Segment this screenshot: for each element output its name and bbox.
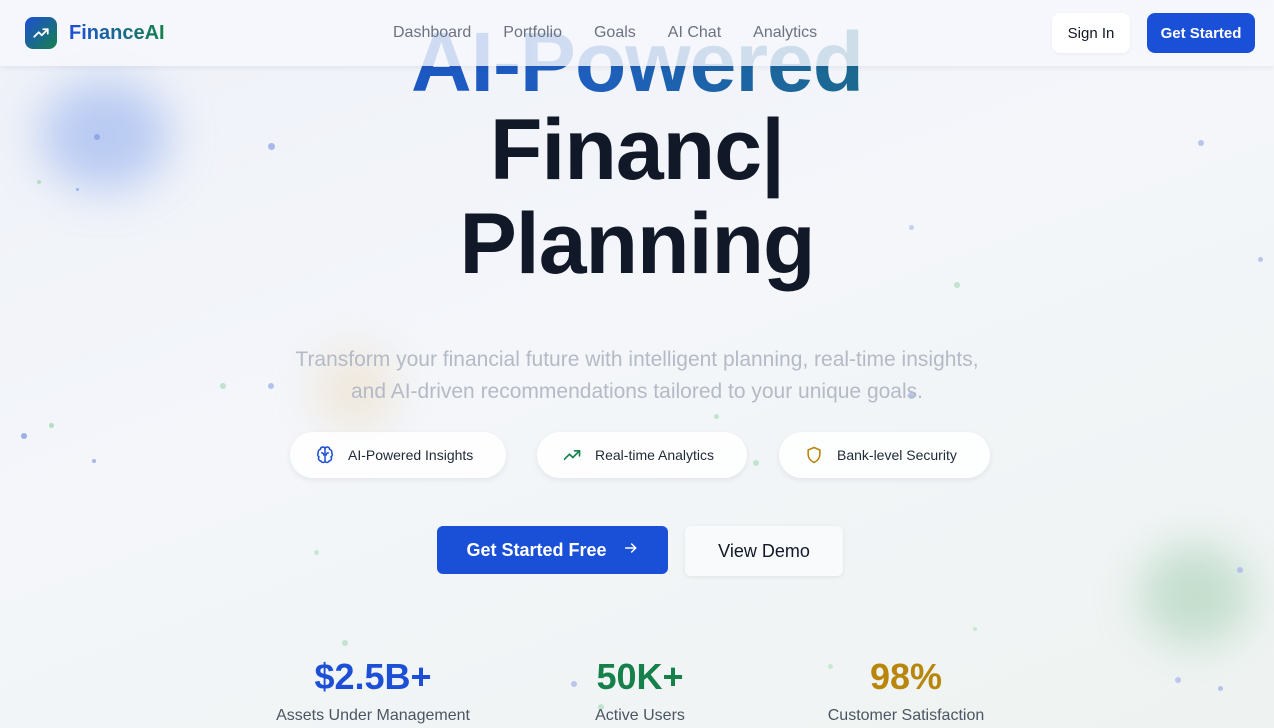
hero-subtitle-line2: and AI-driven recommendations tailored t… — [350, 380, 923, 403]
stat-value: $2.5B+ — [314, 656, 432, 697]
nav-item-analytics[interactable]: Analytics — [753, 24, 817, 42]
stat-users: 50K+ Active Users — [510, 655, 770, 725]
stat-label: Active Users — [595, 707, 685, 724]
arrow-right-icon — [623, 540, 639, 561]
trending-up-icon — [25, 17, 57, 49]
hero-subtitle: Transform your financial future with int… — [250, 344, 1024, 408]
stat-value: 98% — [869, 656, 943, 697]
hero-headline-line2: Financ| — [489, 102, 785, 198]
brain-icon — [314, 444, 336, 466]
stat-value: 50K+ — [596, 656, 684, 697]
stat-label: Customer Satisfaction — [827, 707, 985, 724]
view-demo-button[interactable]: View Demo — [685, 526, 843, 576]
feature-label: AI-Powered Insights — [348, 447, 474, 463]
shield-icon — [803, 444, 825, 466]
stat-satisfaction: 98% Customer Satisfaction — [776, 655, 1036, 725]
feature-label: Bank-level Security — [837, 447, 957, 463]
hero-headline-line3: Planning — [459, 196, 815, 292]
get-started-free-button[interactable]: Get Started Free — [437, 526, 668, 574]
cta-primary-label: Get Started Free — [466, 539, 607, 560]
nav-item-dashboard[interactable]: Dashboard — [393, 24, 471, 42]
brand-name: FinanceAI — [69, 21, 165, 44]
nav-item-portfolio[interactable]: Portfolio — [503, 24, 562, 42]
feature-pills: AI-Powered Insights Real-time Analytics … — [290, 432, 990, 478]
landing-page: AI-Powered Financ| Planning FinanceAI Da… — [0, 0, 1274, 728]
feature-label: Real-time Analytics — [595, 447, 715, 463]
stat-assets: $2.5B+ Assets Under Management — [243, 655, 503, 725]
stat-label: Assets Under Management — [276, 707, 470, 724]
hero-subtitle-line1: Transform your financial future with int… — [295, 348, 979, 371]
feature-pill-bank-security: Bank-level Security — [779, 432, 990, 478]
nav-item-ai-chat[interactable]: AI Chat — [668, 24, 721, 42]
trending-up-icon — [561, 444, 583, 466]
main-nav: Dashboard Portfolio Goals AI Chat Analyt… — [393, 24, 817, 42]
feature-pill-realtime-analytics: Real-time Analytics — [537, 432, 747, 478]
nav-item-goals[interactable]: Goals — [594, 24, 636, 42]
brand-logo[interactable]: FinanceAI — [25, 17, 165, 49]
feature-pill-ai-insights: AI-Powered Insights — [290, 432, 506, 478]
get-started-button[interactable]: Get Started — [1147, 13, 1255, 53]
sign-in-button[interactable]: Sign In — [1052, 13, 1130, 53]
decorative-blur-green — [1140, 545, 1250, 645]
top-navbar: FinanceAI Dashboard Portfolio Goals AI C… — [0, 0, 1274, 66]
